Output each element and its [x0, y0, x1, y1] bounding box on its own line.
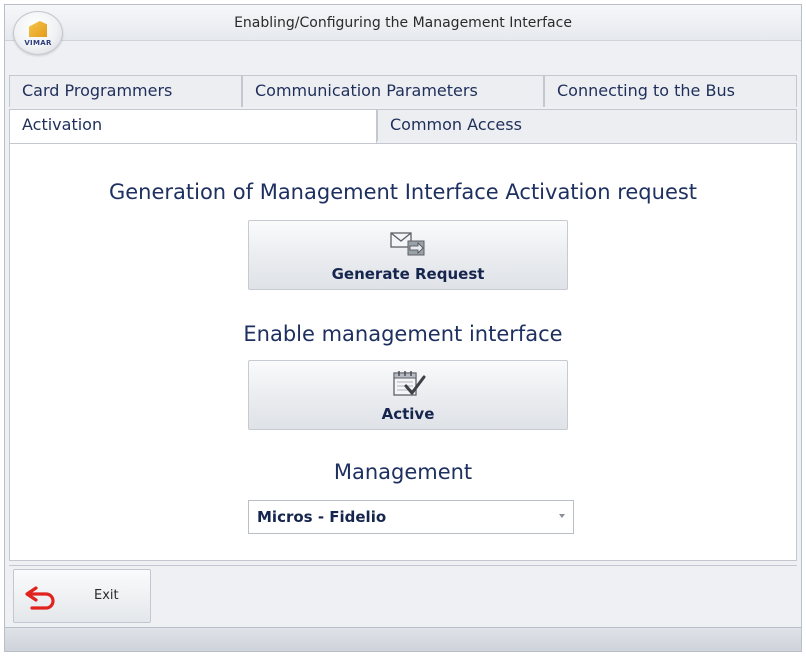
tab-label: Activation [22, 115, 103, 134]
tab-connecting-to-the-bus[interactable]: Connecting to the Bus [544, 75, 797, 107]
footer-bar: Exit [9, 565, 797, 625]
app-logo-button[interactable]: VIMAR [13, 11, 63, 55]
app-logo-text: VIMAR [24, 39, 52, 47]
tab-label: Card Programmers [22, 81, 173, 100]
window-title: Enabling/Configuring the Management Inte… [234, 15, 572, 31]
tab-label: Connecting to the Bus [557, 81, 735, 100]
generate-request-label: Generate Request [331, 265, 485, 283]
chevron-down-icon [559, 514, 565, 518]
activation-panel: Generation of Management Interface Activ… [9, 143, 797, 561]
tab-activation[interactable]: Activation [9, 109, 377, 143]
exit-label: Exit [94, 588, 119, 603]
management-heading: Management [333, 460, 473, 484]
envelope-forward-icon [390, 232, 425, 256]
status-bar [5, 627, 801, 651]
active-button[interactable]: Active [248, 360, 568, 430]
main-window: Enabling/Configuring the Management Inte… [4, 4, 802, 652]
management-select-value: Micros - Fidelio [257, 508, 387, 526]
tab-label: Common Access [390, 115, 522, 134]
enable-heading: Enable management interface [243, 322, 563, 346]
vimar-logo-icon [29, 21, 47, 37]
generation-heading: Generation of Management Interface Activ… [108, 180, 698, 204]
active-label: Active [381, 405, 435, 423]
tab-common-access[interactable]: Common Access [377, 109, 797, 141]
tab-label: Communication Parameters [255, 81, 478, 100]
generate-request-button[interactable]: Generate Request [248, 220, 568, 290]
tab-communication-parameters[interactable]: Communication Parameters [242, 75, 544, 107]
title-bar: Enabling/Configuring the Management Inte… [5, 5, 801, 41]
calendar-check-icon [393, 371, 426, 396]
undo-arrow-icon [25, 586, 55, 610]
management-select[interactable]: Micros - Fidelio [248, 500, 574, 534]
exit-button[interactable]: Exit [13, 569, 151, 623]
tab-card-programmers[interactable]: Card Programmers [9, 75, 242, 107]
